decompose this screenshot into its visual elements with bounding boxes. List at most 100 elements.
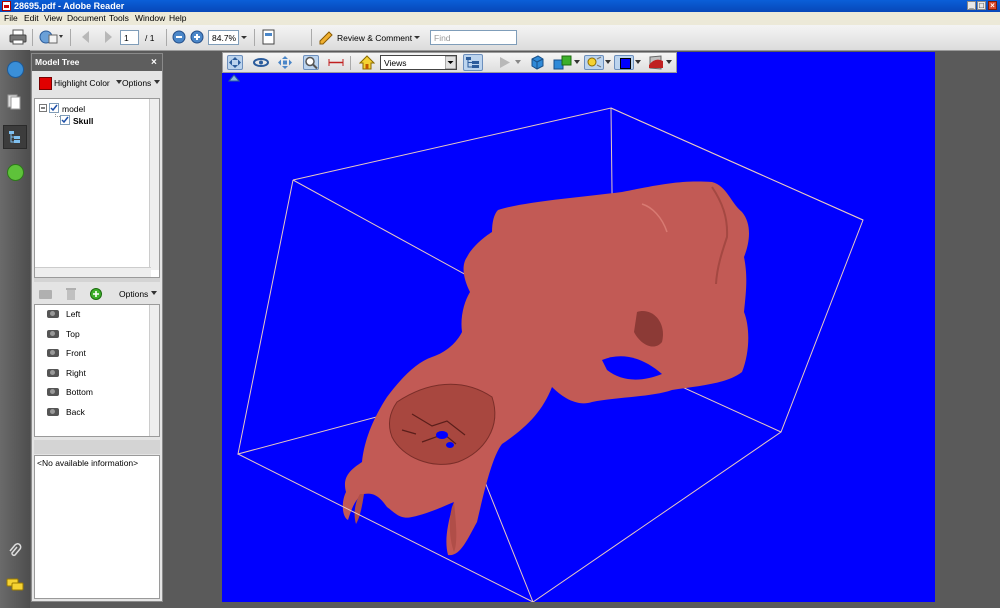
view-right[interactable]: Right <box>66 368 86 378</box>
splitter[interactable] <box>34 440 160 454</box>
background-color-swatch <box>620 58 631 69</box>
3d-viewport[interactable] <box>222 52 935 602</box>
collapse-icon[interactable] <box>39 104 47 112</box>
skull-model[interactable] <box>342 181 749 556</box>
background-dropdown-icon[interactable] <box>635 60 641 65</box>
panel-header: Model Tree × <box>32 54 162 71</box>
zoom-tool[interactable] <box>303 55 319 70</box>
view-top[interactable]: Top <box>66 329 80 339</box>
previous-page-icon[interactable] <box>80 29 94 45</box>
3d-toolbar: Views <box>222 52 677 73</box>
zoom-3d-icon <box>305 56 318 70</box>
tree-horizontal-scrollbar[interactable] <box>35 267 151 277</box>
menu-document[interactable]: Document <box>67 12 106 25</box>
skull-checkbox-icon[interactable] <box>60 115 70 125</box>
splitter[interactable] <box>34 278 160 282</box>
zoom-in-icon[interactable] <box>190 29 204 45</box>
review-comment-icon[interactable] <box>318 29 334 45</box>
menu-view[interactable]: View <box>44 12 62 25</box>
views-list: Left Top Front Right Bottom Back <box>34 304 160 437</box>
fit-page-icon[interactable] <box>261 29 277 45</box>
tree-options-dropdown-icon[interactable] <box>154 80 160 85</box>
create-view-icon[interactable] <box>38 287 53 301</box>
tree-item-skull[interactable]: Skull <box>73 116 93 126</box>
home-icon[interactable] <box>359 55 375 70</box>
cross-section-dropdown-icon[interactable] <box>666 60 672 65</box>
3d-scene[interactable] <box>222 52 935 602</box>
highlight-color-label[interactable]: Highlight Color <box>54 78 110 88</box>
close-button[interactable]: × <box>988 1 997 10</box>
review-comment-button[interactable]: Review & Comment <box>337 33 412 43</box>
menu-tools[interactable]: Tools <box>109 12 129 25</box>
render-dropdown-icon[interactable] <box>574 60 580 65</box>
pdf-app-icon <box>2 1 11 11</box>
collaborate-icon[interactable] <box>38 29 64 45</box>
rotate-tool[interactable] <box>227 55 243 70</box>
attachments-icon[interactable] <box>8 543 22 559</box>
tree-options-button[interactable]: Options <box>122 78 151 88</box>
render-mode-icon[interactable] <box>553 55 573 70</box>
camera-icon <box>47 349 59 357</box>
toolbar-separator <box>350 56 351 70</box>
menu-bar: File Edit View Document Tools Window Hel… <box>0 12 1000 25</box>
add-view-icon[interactable] <box>90 288 102 300</box>
delete-view-icon[interactable] <box>65 287 77 301</box>
view-left[interactable]: Left <box>66 309 80 319</box>
model-tree-tab[interactable] <box>3 125 27 149</box>
views-vertical-scrollbar[interactable] <box>149 305 159 436</box>
play-animation-icon[interactable] <box>497 55 513 70</box>
menu-file[interactable]: File <box>4 12 18 25</box>
tree-item-model[interactable]: model <box>62 104 85 114</box>
object-info-text: <No available information> <box>37 458 139 468</box>
review-dropdown-icon[interactable] <box>413 29 421 45</box>
zoom-dropdown-icon[interactable] <box>240 29 248 45</box>
object-info-box: <No available information> <box>34 455 160 599</box>
lighting-icon <box>587 56 602 68</box>
pan-icon[interactable] <box>277 55 293 70</box>
navigation-strip <box>0 50 30 608</box>
camera-icon <box>47 388 59 396</box>
spin-icon[interactable] <box>253 55 269 70</box>
maximize-button[interactable]: □ <box>977 1 986 10</box>
views-toolbar: Options <box>32 284 162 304</box>
lighting-tool[interactable] <box>584 55 604 70</box>
zoom-input[interactable]: 84.7% <box>208 30 239 45</box>
rotate-icon <box>229 57 241 68</box>
toolbar-pin-icon[interactable] <box>228 74 240 82</box>
zoom-out-icon[interactable] <box>172 29 186 45</box>
page-number-input[interactable]: 1 <box>120 30 139 45</box>
views-options-button[interactable]: Options <box>119 289 148 299</box>
model-tree-toggle[interactable] <box>463 54 483 71</box>
next-page-icon[interactable] <box>100 29 114 45</box>
view-bottom[interactable]: Bottom <box>66 387 93 397</box>
panel-close-icon[interactable]: × <box>151 54 157 71</box>
perspective-icon[interactable] <box>529 55 545 70</box>
menu-help[interactable]: Help <box>169 12 186 25</box>
measure-icon[interactable] <box>328 55 344 70</box>
document-properties-icon[interactable] <box>7 61 24 78</box>
page-total: / 1 <box>145 33 155 43</box>
lighting-dropdown-icon[interactable] <box>605 60 611 65</box>
find-input[interactable]: Find <box>430 30 517 45</box>
tree-vertical-scrollbar[interactable] <box>149 99 159 270</box>
window-title: 28695.pdf - Adobe Reader <box>14 1 125 11</box>
play-dropdown-icon[interactable] <box>515 60 521 65</box>
cross-section-icon[interactable] <box>647 55 665 70</box>
views-dropdown-arrow-icon[interactable] <box>445 56 456 69</box>
model-tree-toggle-icon <box>466 57 479 68</box>
menu-edit[interactable]: Edit <box>24 12 39 25</box>
minimize-button[interactable]: _ <box>967 1 976 10</box>
view-back[interactable]: Back <box>66 407 85 417</box>
model-tree-list: model Skull <box>34 98 160 278</box>
help-icon[interactable] <box>7 164 24 181</box>
background-color-tool[interactable] <box>614 55 634 70</box>
highlight-color-swatch[interactable] <box>39 77 52 90</box>
main-toolbar: 1 / 1 84.7% Review & Comment Find <box>0 25 1000 72</box>
camera-icon <box>47 310 59 318</box>
comments-icon[interactable] <box>6 578 24 592</box>
pages-icon[interactable] <box>7 94 22 110</box>
view-front[interactable]: Front <box>66 348 86 358</box>
menu-window[interactable]: Window <box>135 12 165 25</box>
views-options-dropdown-icon[interactable] <box>151 291 157 296</box>
print-icon[interactable] <box>9 29 27 45</box>
